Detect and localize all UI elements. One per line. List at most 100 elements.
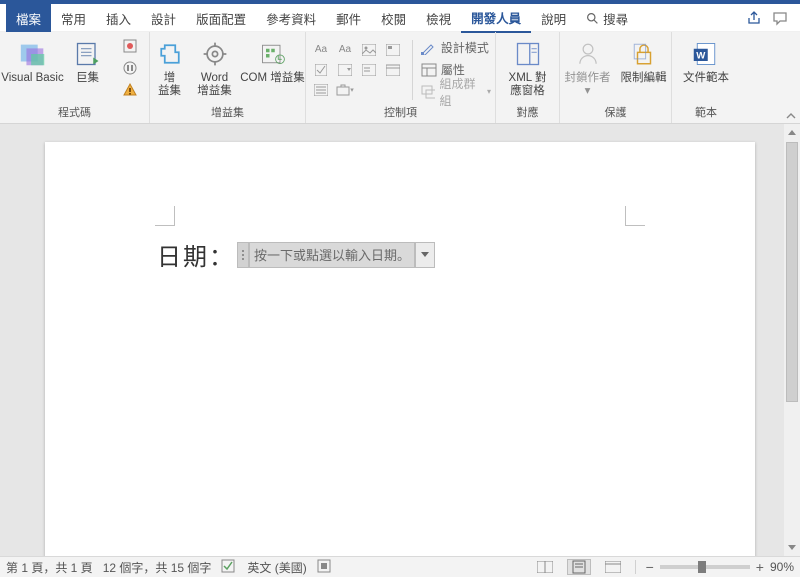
com-addins-button[interactable]: COM 增益集 — [241, 36, 305, 85]
word-count-status[interactable]: 12 個字，共 15 個字 — [103, 559, 212, 576]
record-status-icon — [317, 559, 331, 573]
chevron-up-icon — [786, 111, 796, 121]
xml-mapping-pane-button[interactable]: XML 對 應窗格 — [500, 36, 556, 98]
date-dropdown-button[interactable] — [415, 242, 435, 268]
tab-layout[interactable]: 版面配置 — [186, 3, 256, 32]
date-picker-control-button[interactable] — [382, 61, 404, 79]
status-bar: 第 1 頁，共 1 頁 12 個字，共 15 個字 英文 (美國) − + 90… — [0, 556, 800, 577]
page-number-status[interactable]: 第 1 頁，共 1 頁 — [6, 559, 93, 576]
group-label-templates: 範本 — [676, 103, 736, 121]
dropdown-icon — [362, 64, 376, 76]
web-layout-view-button[interactable] — [601, 559, 625, 575]
date-picker-content-control[interactable]: 按一下或點選以輸入日期。 — [237, 242, 435, 268]
web-layout-icon — [605, 561, 621, 573]
date-label-text: 日期： — [157, 237, 235, 272]
checkbox-icon — [315, 64, 327, 76]
group-icon — [421, 85, 436, 99]
gallery-icon — [386, 44, 400, 56]
document-canvas[interactable]: 日期： 按一下或點選以輸入日期。 — [0, 124, 800, 556]
visual-basic-button[interactable]: Visual Basic — [4, 36, 62, 85]
macros-icon — [74, 40, 102, 68]
control-handle[interactable] — [237, 242, 249, 268]
macros-button[interactable]: 巨集 — [66, 36, 110, 85]
com-addins-icon — [259, 40, 287, 68]
design-mode-button[interactable]: 設計模式 — [421, 38, 491, 58]
tab-file[interactable]: 檔案 — [6, 3, 51, 32]
warning-icon — [122, 82, 138, 98]
picture-icon — [362, 44, 376, 56]
restrict-editing-button[interactable]: 限制編輯 — [618, 36, 670, 85]
dropdown-control-button[interactable] — [358, 61, 380, 79]
chevron-down-icon — [421, 252, 429, 258]
group-controls-button[interactable]: 組成群組 ▾ — [421, 82, 491, 102]
tab-mailings[interactable]: 郵件 — [326, 3, 371, 32]
tab-references[interactable]: 參考資料 — [256, 3, 326, 32]
lock-icon — [631, 41, 657, 67]
page[interactable]: 日期： 按一下或點選以輸入日期。 — [45, 142, 755, 556]
combobox-control-button[interactable] — [334, 61, 356, 79]
visual-basic-icon — [18, 39, 48, 69]
person-icon — [575, 41, 601, 67]
macro-security-button[interactable] — [116, 80, 144, 100]
tab-insert[interactable]: 插入 — [96, 3, 141, 32]
plain-text-control-button[interactable]: Aa — [334, 41, 356, 59]
language-status[interactable]: 英文 (美國) — [247, 559, 306, 576]
pause-icon — [122, 60, 138, 76]
print-layout-view-button[interactable] — [567, 559, 591, 575]
addin-icon — [156, 40, 184, 68]
share-button[interactable] — [746, 10, 762, 26]
legacy-tools-button[interactable]: ▾ — [334, 81, 356, 99]
word-addins-button[interactable]: Word 增益集 — [193, 36, 237, 98]
scroll-thumb[interactable] — [786, 142, 798, 402]
document-template-button[interactable]: W 文件範本 — [676, 36, 736, 85]
scroll-up-button[interactable] — [784, 124, 800, 140]
picture-control-button[interactable] — [358, 41, 380, 59]
tab-review[interactable]: 校閱 — [371, 3, 416, 32]
zoom-slider-thumb[interactable] — [698, 561, 706, 573]
word-template-icon: W — [692, 40, 720, 68]
calendar-icon — [386, 64, 400, 76]
group-label-controls: 控制項 — [310, 103, 491, 121]
group-label-mapping: 對應 — [500, 103, 555, 121]
group-label-code: 程式碼 — [4, 103, 145, 121]
tab-help[interactable]: 說明 — [531, 3, 576, 32]
record-macro-button[interactable] — [116, 36, 144, 56]
checkbox-control-button[interactable] — [310, 61, 332, 79]
combobox-icon — [338, 64, 352, 76]
scroll-down-button[interactable] — [784, 540, 800, 556]
ribbon: Visual Basic 巨集 程式碼 增 益集 Word 增益集 — [0, 32, 800, 124]
zoom-level[interactable]: 90% — [770, 560, 794, 574]
macro-rec-status[interactable] — [317, 559, 331, 576]
toolbox-icon — [336, 84, 350, 96]
comments-button[interactable] — [772, 10, 788, 26]
pause-macro-button[interactable] — [116, 58, 144, 78]
rich-text-control-button[interactable]: Aa — [310, 41, 332, 59]
vertical-scrollbar[interactable] — [784, 124, 800, 556]
zoom-out-button[interactable]: − — [646, 559, 654, 575]
tab-developer[interactable]: 開發人員 — [461, 2, 531, 33]
group-label-addins: 增益集 — [154, 103, 301, 121]
read-mode-view-button[interactable] — [533, 559, 557, 575]
zoom-slider[interactable] — [660, 565, 750, 569]
properties-icon — [421, 63, 437, 77]
tab-design[interactable]: 設計 — [141, 3, 186, 32]
collapse-ribbon-button[interactable] — [784, 109, 798, 123]
print-layout-icon — [572, 560, 586, 574]
spell-check-status[interactable] — [221, 559, 237, 576]
ribbon-tabs: 檔案 常用 插入 設計 版面配置 參考資料 郵件 校閱 檢視 開發人員 說明 搜… — [0, 4, 800, 32]
building-block-control-button[interactable] — [382, 41, 404, 59]
search-tab[interactable]: 搜尋 — [576, 3, 638, 32]
addins-button[interactable]: 增 益集 — [151, 36, 189, 98]
xml-pane-icon — [514, 40, 542, 68]
repeating-section-control-button[interactable] — [310, 81, 332, 99]
gear-icon — [201, 40, 229, 68]
group-label-protect: 保護 — [564, 103, 667, 121]
date-placeholder[interactable]: 按一下或點選以輸入日期。 — [249, 242, 415, 268]
search-icon — [586, 12, 599, 25]
tab-view[interactable]: 檢視 — [416, 3, 461, 32]
svg-text:W: W — [696, 50, 706, 61]
search-label: 搜尋 — [603, 9, 628, 28]
zoom-in-button[interactable]: + — [756, 559, 764, 575]
tab-home[interactable]: 常用 — [51, 3, 96, 32]
block-authors-button[interactable]: 封鎖作者▾ — [562, 36, 614, 98]
